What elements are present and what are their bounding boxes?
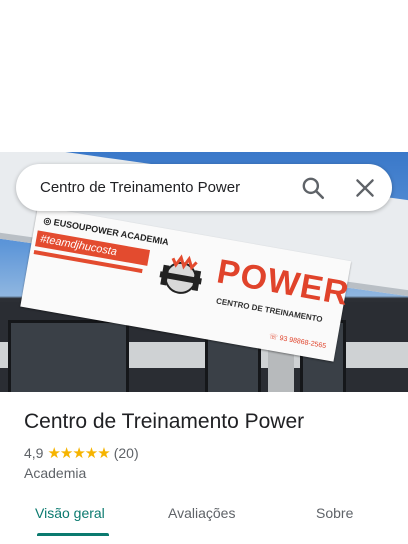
active-tab-indicator (37, 533, 109, 536)
tab-overview[interactable]: Visão geral (35, 505, 105, 521)
rating-row[interactable]: 4,9 ★★★★★ (20) (24, 444, 139, 462)
close-icon[interactable] (352, 175, 378, 201)
place-tabs: Visão geral Avaliações Sobre (0, 496, 408, 544)
place-title: Centro de Treinamento Power (24, 410, 305, 433)
banner-phone: ☏ 93 98868-2565 (268, 333, 327, 351)
window (8, 320, 129, 392)
search-icon[interactable] (300, 175, 326, 201)
tab-about[interactable]: Sobre (316, 505, 353, 521)
review-count[interactable]: (20) (114, 445, 139, 461)
rating-value: 4,9 (24, 445, 44, 461)
search-bar[interactable]: Centro de Treinamento Power (16, 164, 392, 211)
dumbbell-logo-icon (159, 254, 202, 294)
search-input[interactable]: Centro de Treinamento Power (40, 179, 240, 196)
star-rating-icon: ★★★★★ (47, 445, 110, 462)
tab-reviews[interactable]: Avaliações (168, 505, 235, 521)
place-category[interactable]: Academia (24, 465, 86, 481)
